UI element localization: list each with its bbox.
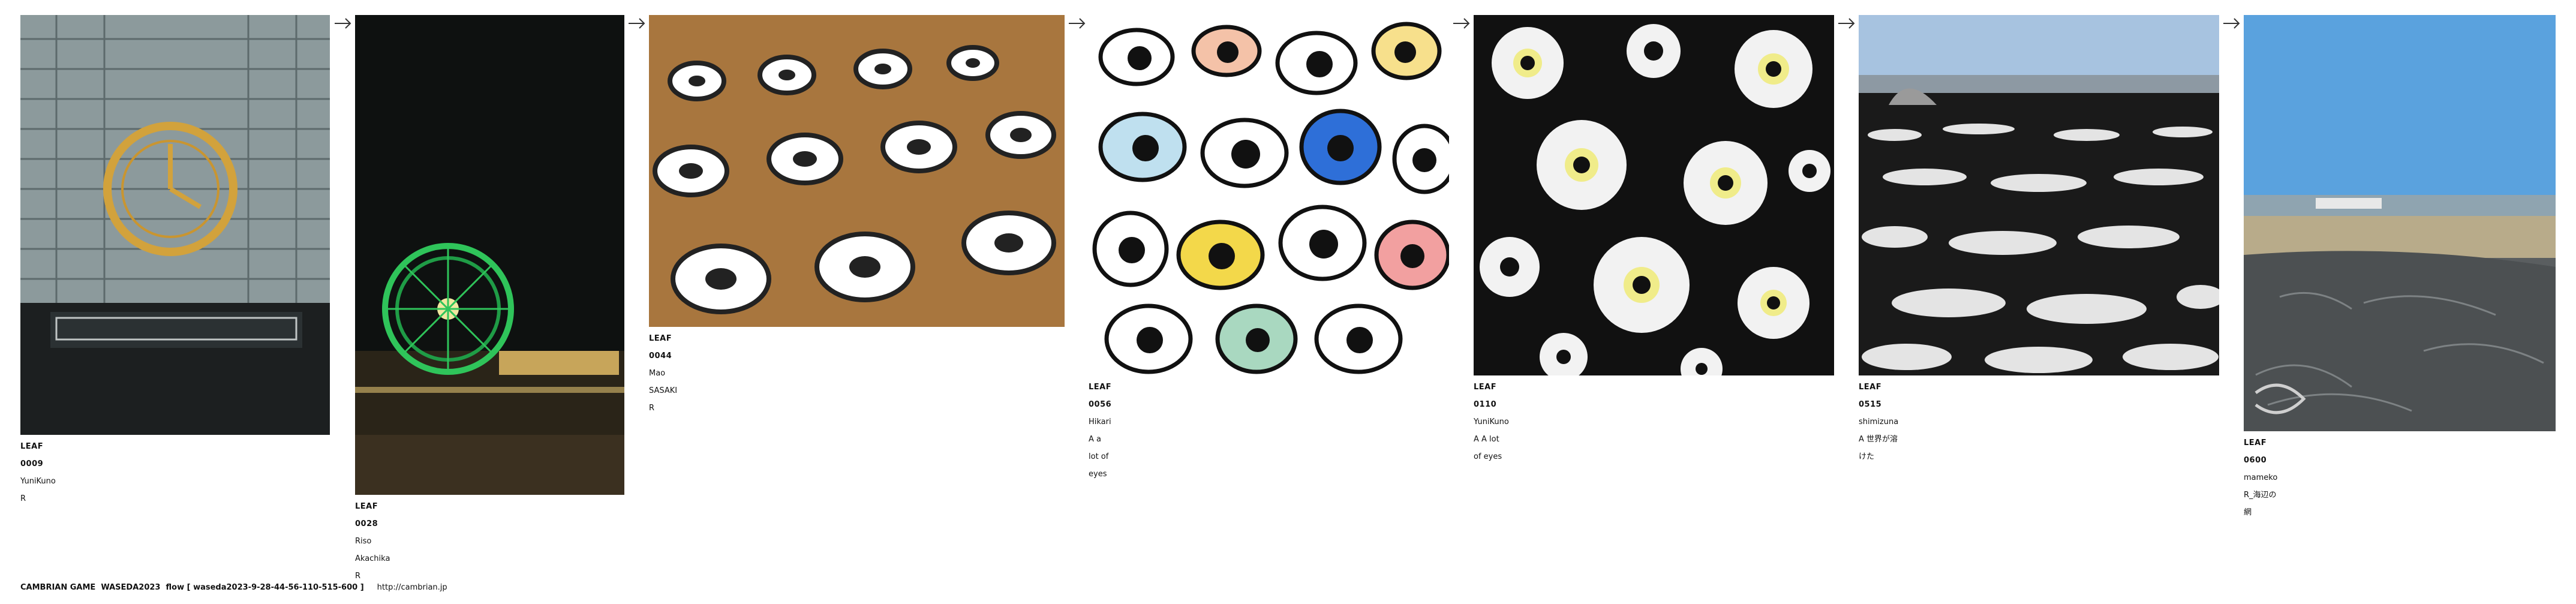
target-discs-on-floor-photo[interactable]	[649, 15, 1065, 327]
leaf-id: LEAF 0600	[2244, 438, 2267, 465]
seaside-net-photo[interactable]	[2244, 15, 2556, 431]
leaf-note: R_海辺の網	[2244, 491, 2277, 517]
leaf-id: LEAF 0056	[1089, 383, 1112, 409]
leaf-note: A a lot of eyes	[1089, 435, 1109, 479]
arrow-right-icon	[1068, 16, 1087, 31]
leaf-note: R	[355, 572, 361, 581]
leaf-id: LEAF 0009	[20, 442, 44, 468]
leaf-id: LEAF 0110	[1474, 383, 1497, 409]
footer-flow-text: CAMBRIAN GAME WASEDA2023 flow [ waseda20…	[20, 583, 364, 592]
arrow-right-icon	[627, 16, 647, 31]
arrow-right-icon	[1837, 16, 1856, 31]
leaf-author: YuniKuno	[1474, 417, 1509, 426]
leaf-author: shimizuna	[1859, 417, 1899, 426]
melted-world-image[interactable]	[1859, 15, 2219, 375]
arrow-right-icon	[333, 16, 353, 31]
leaf-author: Hikari	[1089, 417, 1111, 426]
leaf-id: LEAF 0515	[1859, 383, 1882, 409]
arrow-right-icon	[2222, 16, 2241, 31]
leaf-id: LEAF 0044	[649, 334, 672, 360]
ferris-wheel-night-photo[interactable]	[355, 15, 624, 495]
leaf-id: LEAF 0028	[355, 502, 378, 528]
leaf-note: R	[649, 404, 655, 413]
black-white-eyes-image[interactable]	[1474, 15, 1834, 375]
footer: CAMBRIAN GAME WASEDA2023 flow [ waseda20…	[20, 583, 447, 592]
leaf-author: mameko	[2244, 473, 2278, 482]
leaf-note: R	[20, 494, 26, 503]
eyes-pattern-image[interactable]	[1089, 15, 1449, 375]
leaf-note: A A lot of eyes	[1474, 435, 1502, 461]
leaf-author: Riso Akachika	[355, 537, 390, 563]
leaf-author: Mao SASAKI	[649, 369, 678, 395]
footer-url-link[interactable]: http://cambrian.jp	[377, 583, 447, 592]
leaf-author: YuniKuno	[20, 477, 56, 486]
arrow-right-icon	[1452, 16, 1471, 31]
hakata-station-clock-photo[interactable]	[20, 15, 330, 435]
leaf-note: A 世界が溶けた	[1859, 435, 1898, 461]
